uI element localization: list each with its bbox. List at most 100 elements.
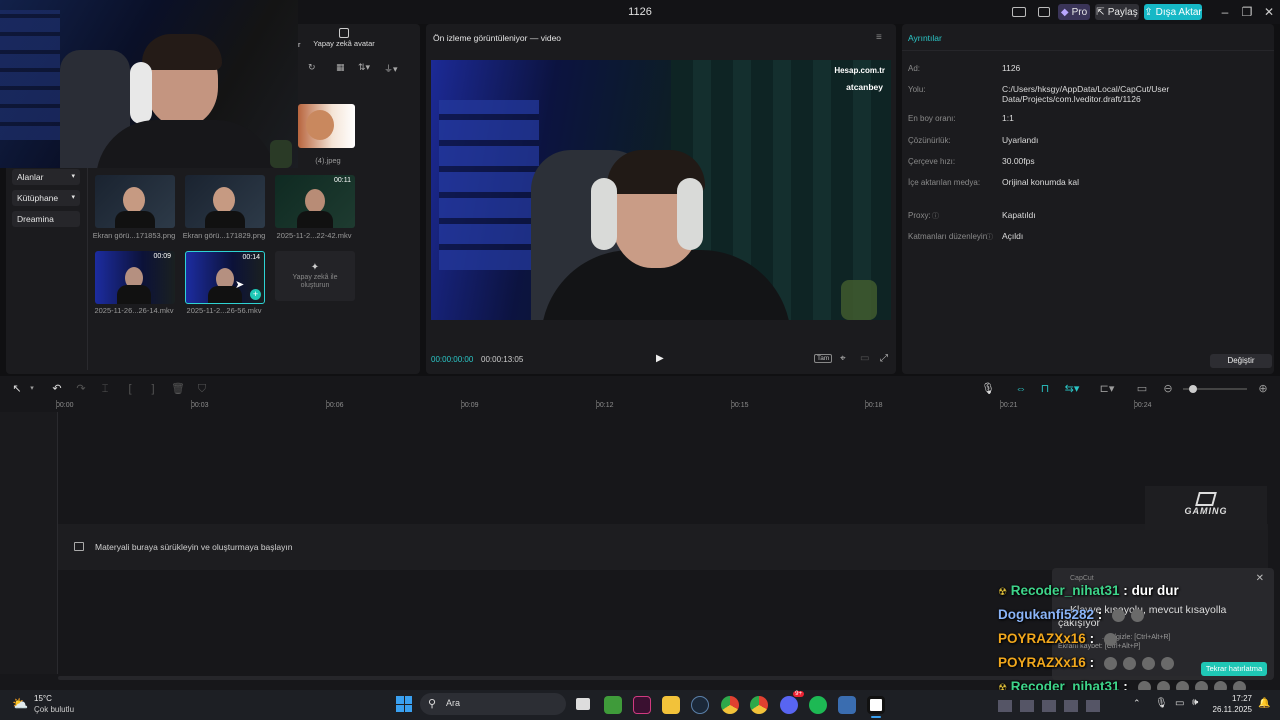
grid-icon[interactable]: ▦ [336, 62, 345, 73]
layout-icon[interactable] [1012, 7, 1026, 17]
media-toolbar: ↻ ▦ ⇅▾ ⏚▾ [298, 60, 412, 76]
filter-icon[interactable]: ⏚▾ [384, 62, 398, 75]
total-time: 00:00:13:05 [481, 355, 524, 364]
capcut-icon[interactable] [867, 696, 885, 714]
emote-icon [1122, 656, 1136, 670]
info-icon[interactable]: ⓘ [986, 232, 993, 242]
face-image [306, 110, 334, 140]
emote-icon [1103, 632, 1117, 646]
play-icon[interactable]: ▶ [656, 353, 664, 364]
add-to-timeline-icon[interactable]: + [250, 289, 261, 300]
details-divider [902, 50, 1274, 51]
tab-ai-avatar[interactable]: Yapay zekâ avatar [306, 28, 382, 50]
face-image [213, 187, 235, 213]
clock-date[interactable]: 26.11.2025 [1208, 705, 1252, 714]
full-quality-button[interactable]: Tam [814, 354, 833, 363]
tab-partial[interactable]: r [298, 40, 301, 49]
weather-icon[interactable]: ⛅ [12, 696, 30, 711]
drop-hint: Materyali buraya sürükleyin ve oluşturma… [95, 542, 293, 552]
game-launcher-icon[interactable] [838, 696, 856, 714]
refresh-icon[interactable]: ↻ [308, 62, 316, 73]
restore-button[interactable]: ❐ [1236, 4, 1258, 20]
chat-message: ☢ Recoder_nihat31 : dur dur [998, 583, 1179, 598]
media-item[interactable]: 00:09 [95, 251, 175, 304]
zoom-in-icon[interactable]: ⊕ [1257, 383, 1269, 395]
notification-icon[interactable]: 🔔 [1258, 698, 1270, 709]
media-item[interactable] [298, 104, 355, 148]
undo-icon[interactable]: ↶ [51, 383, 63, 395]
microphone-icon[interactable]: 🎙 [981, 383, 995, 395]
mouse-cursor: ➤ [235, 279, 245, 291]
select-tool-icon[interactable]: ↖ [11, 383, 23, 395]
split-left-icon[interactable]: [ [124, 383, 136, 395]
chevron-down-icon[interactable]: ▾ [26, 383, 38, 395]
logo-mark-icon [1195, 492, 1217, 506]
info-icon[interactable]: ⓘ [932, 211, 939, 221]
emote-icon [1141, 656, 1155, 670]
task-view-icon[interactable] [576, 698, 590, 710]
sort-icon[interactable]: ⇅▾ [358, 62, 370, 73]
linkage-icon[interactable]: ⇆▾ [1060, 383, 1084, 395]
chevron-down-icon: ▾ [71, 194, 75, 201]
nav-library[interactable]: Kütüphane ▾ [12, 190, 80, 206]
ai-create-card[interactable]: ✦ Yapay zekâ ile oluşturun [275, 251, 355, 301]
zoom-slider-handle[interactable] [1189, 385, 1197, 393]
shortcut-icon[interactable] [1038, 7, 1050, 17]
network-icon[interactable]: ▭ [1175, 698, 1184, 709]
taskbar-search[interactable]: ⚲ Ara [420, 693, 566, 715]
zoom-out-icon[interactable]: ⊖ [1162, 383, 1174, 395]
file-explorer-icon[interactable] [662, 696, 680, 714]
fullscreen-icon[interactable]: ⤢ [880, 353, 888, 364]
pro-button[interactable]: ◆ Pro [1058, 4, 1090, 20]
caption-icon[interactable]: ▭ [1136, 383, 1148, 395]
close-icon[interactable]: ✕ [1256, 573, 1264, 584]
mic-tray-icon[interactable]: 🎙 [1155, 698, 1168, 709]
tray-chevron-icon[interactable]: ⌃ [1133, 698, 1141, 709]
delete-icon[interactable]: 🗑 [171, 383, 185, 395]
volume-icon[interactable]: 🕪 [1192, 697, 1198, 708]
menu-icon[interactable]: ≡ [876, 32, 882, 43]
nav-dreamina[interactable]: Dreamina [12, 211, 80, 227]
link-main-track-icon[interactable]: ⇔ [1013, 383, 1029, 395]
remind-again-button[interactable]: Tekrar hatırlatma [1201, 662, 1267, 676]
snapshot-icon[interactable]: ⌖ [840, 353, 846, 364]
discord-icon[interactable]: 9+ [780, 691, 804, 714]
shelf-image [0, 10, 60, 140]
face-image [305, 189, 325, 213]
capcut-pink-icon[interactable] [633, 696, 651, 714]
diamond-icon: ◆ [1060, 6, 1069, 18]
ratio-icon[interactable]: ▭ [860, 353, 869, 364]
media-item[interactable] [185, 175, 265, 228]
export-button[interactable]: ⇪ Dışa Aktar [1144, 4, 1202, 20]
weather-desc: Çok bulutlu [34, 705, 75, 714]
nav-spaces[interactable]: Alanlar ▾ [12, 169, 80, 185]
notification-badge: 9+ [793, 691, 804, 697]
magnet-icon[interactable]: ⊓ [1037, 383, 1053, 395]
close-button[interactable]: ✕ [1258, 4, 1280, 20]
gaming-logo: GAMING [1145, 486, 1267, 530]
share-button[interactable]: ⇱ Paylaş [1095, 4, 1139, 20]
shield-icon[interactable]: ⛉ [196, 383, 208, 395]
media-item-selected[interactable]: 00:14 + [185, 251, 265, 304]
minecraft-icon[interactable] [604, 696, 622, 714]
modify-button[interactable]: Değiştir [1210, 354, 1272, 368]
media-item[interactable]: 00:11 [275, 175, 355, 228]
steam-icon[interactable] [691, 696, 709, 714]
current-time: 00:00:00:00 [431, 355, 474, 364]
clock-time[interactable]: 17:27 [1212, 694, 1252, 703]
media-item[interactable] [95, 175, 175, 228]
split-icon[interactable]: ⌶ [99, 383, 111, 395]
shelf-image [439, 100, 539, 270]
watermark-user: atcanbey [846, 82, 883, 92]
chat-message: POYRAZXx16 : [998, 631, 1117, 646]
preview-axis-icon[interactable]: ⊏▾ [1095, 383, 1119, 395]
zoom-slider[interactable] [1183, 385, 1247, 393]
minimize-button[interactable]: – [1214, 4, 1236, 20]
headphones [677, 178, 703, 250]
windows-start-icon[interactable] [396, 696, 412, 712]
redo-icon[interactable]: ↷ [75, 383, 87, 395]
split-right-icon[interactable]: ] [147, 383, 159, 395]
chrome-icon[interactable] [721, 696, 739, 714]
spotify-icon[interactable] [809, 696, 827, 714]
chrome-alt-icon[interactable] [750, 696, 768, 714]
